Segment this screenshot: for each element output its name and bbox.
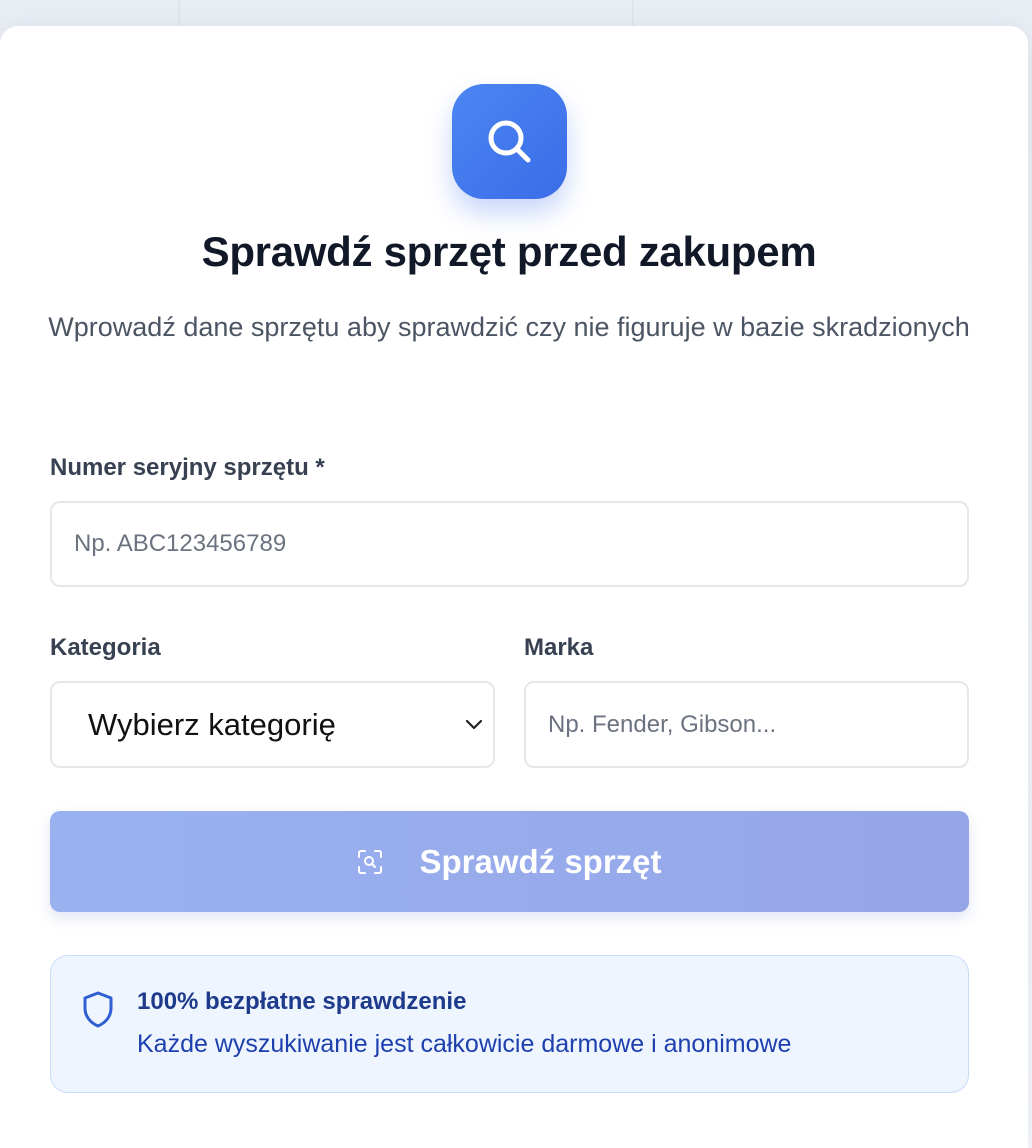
page-subtitle: Wprowadź dane sprzętu aby sprawdzić czy … [48, 312, 970, 342]
search-icon [452, 84, 567, 199]
serial-number-input[interactable] [52, 503, 967, 585]
serial-number-label: Numer seryjny sprzętu * [50, 454, 325, 481]
brand-input[interactable] [526, 683, 967, 766]
info-title: 100% bezpłatne sprawdzenie [137, 988, 467, 1015]
check-equipment-button[interactable]: Sprawdź sprzęt [50, 811, 969, 912]
chevron-down-icon [463, 714, 485, 736]
check-equipment-button-label: Sprawdź sprzęt [419, 842, 662, 880]
category-select[interactable]: Wybierz kategorię [50, 681, 495, 768]
shield-icon [81, 990, 115, 1033]
scan-search-icon [357, 849, 383, 875]
brand-label: Marka [524, 634, 594, 661]
free-check-info-box: 100% bezpłatne sprawdzenie Każde wyszuki… [50, 955, 969, 1093]
check-equipment-card: Sprawdź sprzęt przed zakupem Wprowadź da… [0, 26, 1028, 1148]
category-selected-value: Wybierz kategorię [88, 706, 336, 742]
brand-field [524, 681, 969, 768]
category-label: Kategoria [50, 634, 161, 661]
page-title: Sprawdź sprzęt przed zakupem [201, 228, 817, 275]
serial-number-field [50, 501, 969, 587]
info-text: Każde wyszukiwanie jest całkowicie darmo… [137, 1030, 792, 1058]
